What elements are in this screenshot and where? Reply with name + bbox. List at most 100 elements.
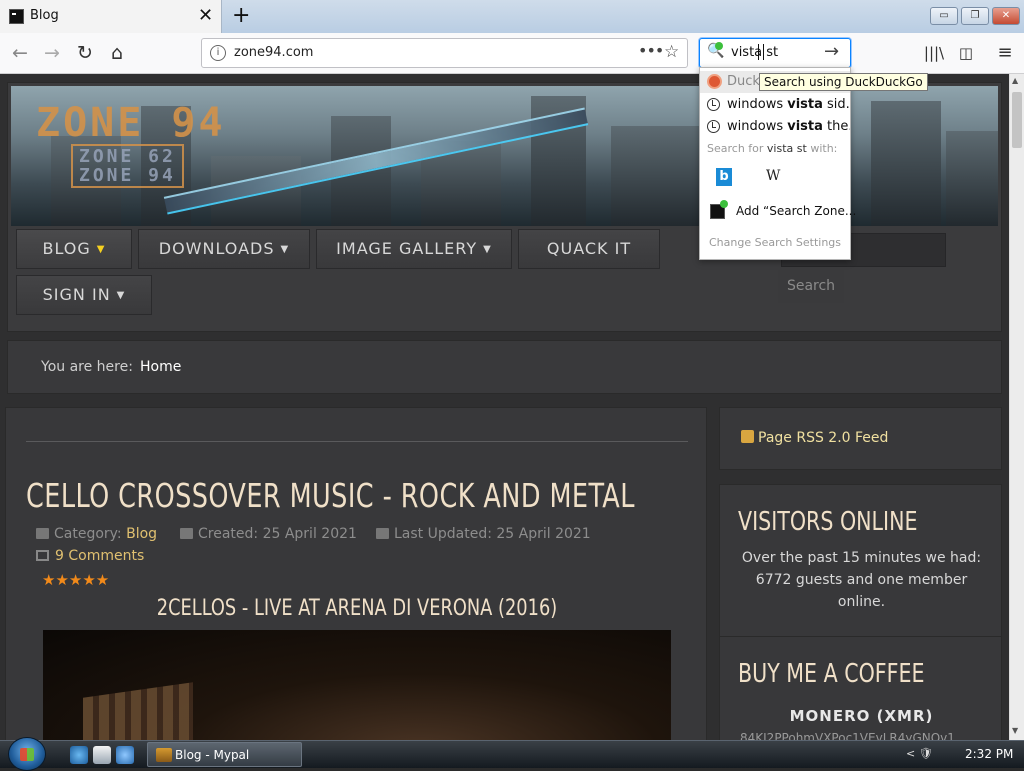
monero-address[interactable]: 84KI2PPohmVXPoc1VEvLR4yGNQv1	[740, 731, 985, 740]
ie-quicklaunch-icon[interactable]	[70, 746, 88, 764]
minimize-button[interactable]: ▭	[930, 7, 958, 25]
change-search-settings-link[interactable]: Change Search Settings	[700, 236, 850, 249]
clock[interactable]: 2:32 PM	[965, 747, 1013, 761]
category-link[interactable]: Blog	[126, 526, 157, 542]
scroll-down-icon[interactable]: ▼	[1012, 726, 1018, 735]
rss-label: Page RSS 2.0 Feed	[758, 430, 889, 446]
search-bar[interactable]: 🔍 vista st →	[699, 38, 851, 68]
hamburger-menu-icon[interactable]: ≡	[993, 41, 1017, 65]
article-created: Created: 25 April 2021	[180, 526, 357, 542]
wikipedia-icon[interactable]: W	[766, 168, 780, 184]
library-icon[interactable]: |||\	[922, 41, 946, 65]
add-engine-icon	[710, 200, 728, 219]
article-panel: CELLO CROSSOVER MUSIC - ROCK AND METAL C…	[5, 407, 707, 740]
sidebar-toggle-icon[interactable]: ◫	[954, 41, 978, 65]
comments-link[interactable]: 9 Comments	[36, 548, 144, 564]
taskbar-item-label: Blog - Mypal	[175, 748, 250, 762]
caret-down-icon: ▼	[280, 244, 290, 255]
article-category: Category: Blog	[36, 526, 157, 542]
suggestion-history-item[interactable]: windows vista sid...	[700, 94, 850, 116]
site-search-button[interactable]: Search	[778, 269, 844, 303]
visitors-title: VISITORS ONLINE	[738, 507, 918, 537]
site-logo-subtitle: ZONE 62 ZONE 94	[71, 144, 184, 188]
new-tab-button[interactable]: +	[232, 2, 250, 30]
taskbar-item-mypal[interactable]: Blog - Mypal	[147, 742, 302, 767]
rss-panel: Page RSS 2.0 Feed	[719, 407, 1002, 470]
tab-blog[interactable]: Blog ✕	[0, 0, 222, 33]
forward-arrow-icon[interactable]: →	[37, 39, 67, 67]
divider	[26, 441, 688, 442]
main-menu: BLOG ▼ DOWNLOADS ▼ IMAGE GALLERY ▼ QUACK IT…	[8, 229, 1001, 333]
media-quicklaunch-icon[interactable]	[116, 746, 134, 764]
calendar-icon	[376, 528, 389, 539]
coffee-panel: BUY ME A COFFEE MONERO (XMR) 84KI2PPohmV…	[719, 636, 1002, 740]
tab-title: Blog	[30, 8, 59, 23]
caret-down-icon: ▼	[116, 290, 126, 301]
caret-down-icon: ▼	[483, 244, 492, 255]
coffee-title: BUY ME A COFFEE	[738, 659, 925, 689]
menu-label: IMAGE GALLERY	[336, 239, 478, 258]
site-info-icon[interactable]: i	[210, 45, 226, 61]
menu-label: SIGN IN	[42, 285, 111, 304]
reload-icon[interactable]: ↻	[70, 39, 100, 67]
history-clock-icon	[707, 120, 720, 133]
url-bar[interactable]: i zone94.com ••• ☆	[201, 38, 688, 68]
search-engine-icon[interactable]: 🔍	[707, 42, 724, 59]
comment-icon	[36, 550, 49, 561]
rss-link[interactable]: Page RSS 2.0 Feed	[741, 430, 888, 446]
search-suggestions-dropdown: DuckDuckGo windows vista sid... windows …	[699, 67, 856, 260]
url-text[interactable]: zone94.com	[234, 45, 313, 60]
scroll-up-icon[interactable]: ▲	[1012, 76, 1018, 85]
start-button[interactable]	[8, 737, 46, 771]
updated-date: Last Updated: 25 April 2021	[394, 526, 591, 542]
suggestion-history-item[interactable]: windows vista the...	[700, 116, 850, 138]
arena-image	[83, 682, 193, 740]
video-player[interactable]	[43, 630, 671, 740]
breadcrumb-label: You are here:	[41, 359, 133, 375]
site-favicon-icon	[9, 9, 24, 24]
menu-item-image-gallery[interactable]: IMAGE GALLERY ▼	[316, 229, 512, 269]
created-date: Created: 25 April 2021	[198, 526, 357, 542]
comments-count: 9 Comments	[55, 548, 145, 564]
tab-strip: Blog ✕ + ▭ ❐ ✕	[0, 0, 1024, 33]
history-clock-icon	[707, 98, 720, 111]
article-title[interactable]: CELLO CROSSOVER MUSIC - ROCK AND METAL	[26, 476, 635, 515]
scrollbar-thumb[interactable]	[1012, 92, 1022, 148]
duckduckgo-icon	[707, 74, 722, 89]
visitors-text: Over the past 15 minutes we had: 6772 gu…	[741, 550, 982, 610]
caret-down-icon: ▼	[96, 244, 106, 255]
menu-item-blog[interactable]: BLOG ▼	[16, 229, 132, 269]
menu-item-sign-in[interactable]: SIGN IN ▼	[16, 275, 152, 315]
navigation-toolbar: ← → ↻ ⌂ i zone94.com ••• ☆ 🔍 vista st → …	[0, 33, 1024, 74]
menu-item-quack-it[interactable]: QUACK IT	[518, 229, 660, 269]
search-tooltip: Search using DuckDuckGo	[759, 73, 928, 91]
site-logo[interactable]: ZONE 94	[36, 100, 226, 146]
close-window-button[interactable]: ✕	[992, 7, 1020, 25]
add-search-engine-item[interactable]: Add “Search Zone...	[700, 200, 856, 224]
restore-button[interactable]: ❐	[961, 7, 989, 25]
taskbar: Blog - Mypal < 🛡 2:32 PM	[0, 737, 1024, 771]
breadcrumb-home-link[interactable]: Home	[140, 359, 181, 375]
video-title: 2CELLOS - LIVE AT ARENA DI VERONA (2016)	[156, 596, 558, 621]
article-updated: Last Updated: 25 April 2021	[376, 526, 591, 542]
folder-icon	[36, 528, 49, 539]
menu-item-downloads[interactable]: DOWNLOADS ▼	[138, 229, 310, 269]
tab-close-icon[interactable]: ✕	[198, 4, 213, 28]
category-label: Category:	[54, 526, 122, 542]
page-scrollbar[interactable]: ▲ ▼	[1009, 74, 1024, 740]
bookmark-star-icon[interactable]: ☆	[664, 42, 679, 62]
system-tray[interactable]: < 🛡	[906, 747, 933, 760]
rating-stars[interactable]: ★★★★★	[42, 571, 109, 589]
back-arrow-icon[interactable]: ←	[5, 39, 35, 67]
menu-label: QUACK IT	[546, 239, 632, 258]
monero-heading: MONERO (XMR)	[789, 707, 934, 725]
menu-label: DOWNLOADS	[158, 239, 275, 258]
home-icon[interactable]: ⌂	[102, 39, 132, 67]
text-cursor-icon	[758, 44, 764, 60]
search-input[interactable]: vista st	[731, 45, 778, 60]
bing-icon[interactable]: b	[716, 168, 732, 186]
search-go-arrow-icon[interactable]: →	[824, 41, 839, 62]
add-engine-label: Add “Search Zone...	[736, 204, 857, 218]
desktop-quicklaunch-icon[interactable]	[93, 746, 111, 764]
page-actions-icon[interactable]: •••	[638, 41, 664, 60]
